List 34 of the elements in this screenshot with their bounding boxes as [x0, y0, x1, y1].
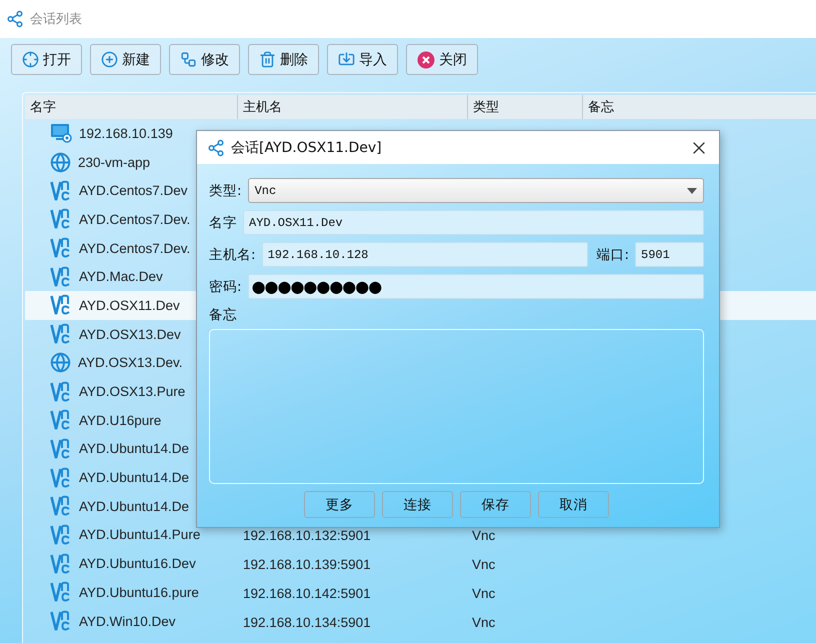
table-cell: AYD.OSX13.Dev — [79, 326, 181, 342]
field-label: 类型: — [209, 182, 242, 200]
field-label: 密码: — [209, 278, 242, 296]
table-cell: AYD.Centos7.Dev. — [79, 212, 190, 227]
table-cell: AYD.U16pure — [79, 412, 162, 428]
table-cell: AYD.OSX13.Dev. — [78, 355, 183, 370]
table-cell-text: Vnc — [471, 614, 496, 630]
field-label: 名字 — [209, 214, 237, 232]
table-cell: AYD.Centos7.Dev — [79, 183, 188, 198]
table-cell: AYD.Ubuntu14.De — [79, 498, 190, 514]
table-cell-text: Vnc — [471, 528, 496, 544]
table-cell-text: Vnc — [471, 557, 496, 572]
field-label: 端口: — [596, 246, 629, 264]
field-label: 主机名: — [209, 246, 256, 264]
table-cell-text: 192.168.10.132:5901 — [242, 528, 371, 544]
table-cell: AYD.Mac.Dev — [79, 269, 163, 284]
window-title: 会话列表 — [30, 11, 82, 28]
dialog-title: 会话[AYD.OSX11.Dev] — [231, 138, 383, 156]
table-cell-text: 192.168.10.139:5901 — [242, 557, 371, 572]
field-label: 备忘 — [209, 306, 238, 324]
table-cell: AYD.Ubuntu14.Pure — [79, 527, 200, 542]
table-cell: AYD.OSX11.Dev — [79, 298, 180, 313]
table-cell-text: 192.168.10.142:5901 — [242, 586, 371, 601]
table-cell: AYD.OSX13.Pure — [79, 384, 186, 400]
table-cell: AYD.Ubuntu14.De — [79, 441, 190, 456]
table-cell: AYD.Ubuntu14.De — [79, 470, 190, 486]
table-cell: 230-vm-app — [78, 154, 150, 170]
table-cell: AYD.Ubuntu16.pure — [79, 584, 199, 600]
table-cell: AYD.Win10.Dev — [79, 614, 176, 629]
table-cell: AYD.Ubuntu16.Dev — [79, 556, 196, 572]
table-cell: AYD.Centos7.Dev. — [79, 240, 190, 256]
table-cell: 192.168.10.139 — [79, 126, 173, 141]
table-cell-text: 192.168.10.134:5901 — [242, 614, 371, 630]
table-cell-text: Vnc — [471, 586, 496, 601]
